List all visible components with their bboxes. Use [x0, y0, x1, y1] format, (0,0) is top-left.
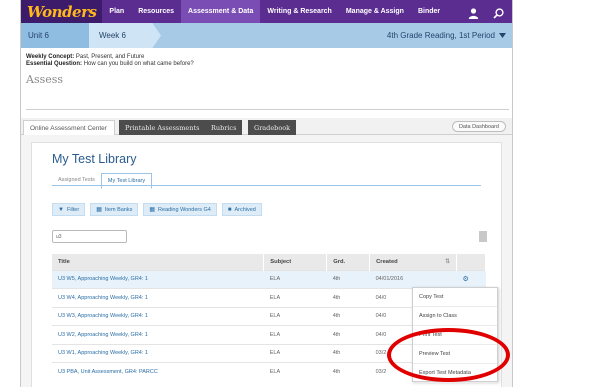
row-grade: 4th: [326, 288, 370, 307]
library-title: My Test Library: [52, 152, 137, 166]
divider: [26, 109, 509, 110]
row-title[interactable]: U3 W5, Approaching Weekly, GR4: 1: [52, 269, 264, 289]
tab-online-assessment-center[interactable]: Online Assessment Center: [23, 120, 115, 135]
folder-icon: ■: [227, 206, 232, 213]
subtab-my-test-library[interactable]: My Test Library: [100, 173, 153, 189]
row-title[interactable]: U3 W3, Approaching Weekly, GR4: 1: [52, 306, 264, 326]
row-created: 04/01/2016: [369, 269, 457, 289]
tab-gradebook[interactable]: Gradebook: [248, 120, 297, 135]
row-subject: ELA: [263, 325, 327, 344]
row-title[interactable]: U3 PBA, Unit Assessment, GR4: PARCC: [52, 362, 264, 381]
weekly-concept-value: Past, Present, and Future: [75, 54, 145, 60]
row-title[interactable]: U3 W2, Approaching Weekly, GR4: 1: [52, 325, 264, 344]
filter-toolbar: ▼ Filter ▦ Item Banks ▦ Reading Wonders G4 …: [52, 203, 262, 216]
essential-question-label: Essential Question:: [26, 61, 83, 67]
item-banks-label: Item Banks: [104, 206, 133, 213]
weekly-concept-panel: Weekly Concept: Past, Present, and Futur…: [21, 48, 512, 118]
filter-button[interactable]: ▼ Filter: [52, 203, 86, 216]
row-grade: 4th: [326, 343, 370, 363]
search-input[interactable]: u3: [52, 230, 127, 243]
nav-writing-research[interactable]: Writing & Research: [260, 0, 338, 23]
row-subject: ELA: [263, 288, 327, 307]
row-actions[interactable]: ⚙: [456, 269, 486, 289]
library-subtabs: Assigned Tests My Test Library: [52, 173, 153, 189]
user-icon[interactable]: [468, 6, 479, 19]
nav-resources[interactable]: Resources: [131, 0, 181, 23]
table-header: Title Subject Grd. Created ⇅: [52, 254, 486, 270]
row-title[interactable]: U3 W4, Approaching Weekly, GR4: 1: [52, 288, 264, 307]
row-subject: ELA: [263, 343, 327, 363]
reading-wonders-label: Reading Wonders G4: [158, 206, 211, 213]
row-subject: ELA: [263, 269, 327, 289]
row-grade: 4th: [326, 306, 370, 326]
nav-plan[interactable]: Plan: [102, 0, 131, 23]
search-icon[interactable]: [493, 6, 504, 19]
col-created-label: Created: [376, 258, 398, 265]
app-window: Wonders Plan Resources Assessment & Data…: [20, 0, 513, 387]
top-nav: Wonders Plan Resources Assessment & Data…: [21, 0, 512, 23]
clear-search-button[interactable]: [479, 231, 487, 242]
row-subject: ELA: [263, 362, 327, 381]
row-grade: 4th: [326, 269, 370, 289]
filter-icon: ▼: [58, 206, 64, 213]
period-selector[interactable]: 4th Grade Reading, 1st Period: [387, 23, 506, 48]
essential-question-value: How can you build on what came before?: [83, 61, 194, 67]
table-row[interactable]: U3 W5, Approaching Weekly, GR4: 1 ELA 4t…: [52, 269, 486, 289]
menu-item-copy-test[interactable]: Copy Test: [413, 288, 497, 307]
archived-label: Archived: [234, 206, 256, 213]
nav-binder[interactable]: Binder: [411, 0, 447, 23]
tab-rubrics[interactable]: Rubrics: [205, 120, 243, 135]
wonders-logo[interactable]: Wonders: [21, 0, 103, 23]
item-banks-button[interactable]: ▦ Item Banks: [90, 203, 139, 216]
unit-selector[interactable]: Unit 6: [21, 23, 89, 48]
data-dashboard-button[interactable]: Data Dashboard: [451, 121, 506, 132]
logo-text: Wonders: [27, 2, 97, 21]
period-label: 4th Grade Reading, 1st Period: [386, 31, 495, 40]
row-title[interactable]: U3 W1, Approaching Weekly, GR4: 1: [52, 343, 264, 363]
nav-manage-assign[interactable]: Manage & Assign: [339, 0, 411, 23]
chevron-down-icon: [499, 33, 506, 38]
row-grade: 4th: [326, 362, 370, 381]
row-subject: ELA: [263, 306, 327, 326]
row-grade: 4th: [326, 325, 370, 344]
gear-icon[interactable]: ⚙: [463, 276, 469, 283]
col-actions: [456, 254, 486, 270]
reading-wonders-button[interactable]: ▦ Reading Wonders G4: [143, 203, 217, 216]
page-title: Assess: [26, 73, 64, 86]
assessment-tabs: Online Assessment Center Printable Asses…: [21, 118, 512, 135]
filter-label: Filter: [66, 206, 80, 213]
nav-assessment-data[interactable]: Assessment & Data: [181, 0, 261, 23]
col-title[interactable]: Title: [52, 254, 265, 270]
bank-icon: ▦: [149, 207, 156, 213]
col-subject[interactable]: Subject: [263, 254, 328, 270]
tab-printable-assessments[interactable]: Printable Assessments: [119, 120, 206, 135]
weekly-concept-label: Weekly Concept:: [26, 54, 75, 60]
essential-question: Essential Question: How can you build on…: [26, 61, 509, 68]
subtab-divider: [52, 185, 481, 186]
col-created[interactable]: Created ⇅: [369, 254, 457, 270]
sort-icon: ⇅: [445, 258, 450, 265]
weekly-concept: Weekly Concept: Past, Present, and Futur…: [26, 54, 509, 61]
unit-bar: Unit 6 Week 6 4th Grade Reading, 1st Per…: [21, 23, 512, 48]
subtab-assigned-tests[interactable]: Assigned Tests: [52, 173, 101, 189]
col-grade[interactable]: Grd.: [326, 254, 371, 270]
week-selector[interactable]: Week 6: [89, 23, 161, 48]
archived-button[interactable]: ■ Archived: [221, 203, 262, 216]
menu-item-assign-to-class[interactable]: Assign to Class: [413, 307, 497, 326]
bank-icon: ▦: [96, 207, 102, 213]
highlight-annotation: [387, 328, 510, 382]
